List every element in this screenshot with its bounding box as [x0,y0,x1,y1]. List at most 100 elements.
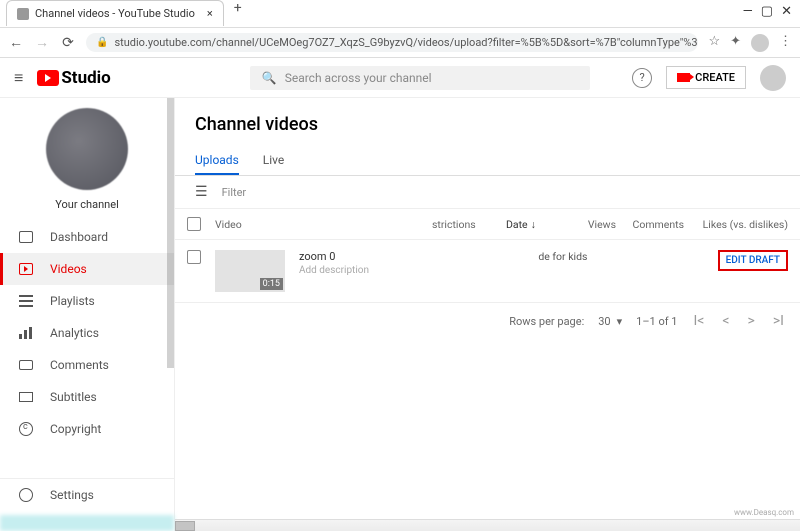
sort-desc-icon: ↓ [531,218,536,231]
hamburger-menu-icon[interactable]: ≡ [14,68,23,88]
forward-button[interactable]: → [34,34,50,51]
video-description[interactable]: Add description [299,265,439,276]
tab-live[interactable]: Live [263,147,284,175]
page-range: 1–1 of 1 [636,315,677,328]
sidebar-item-dashboard[interactable]: Dashboard [0,221,174,253]
close-window-icon[interactable]: ✕ [781,4,792,19]
sidebar-item-label: Subtitles [50,390,97,404]
youtube-studio-logo[interactable]: Studio [37,68,110,88]
sidebar-item-label: Videos [50,262,87,276]
select-all-checkbox[interactable] [187,217,201,231]
sidebar-item-analytics[interactable]: Analytics [0,317,174,349]
kebab-menu-icon[interactable]: ⋮ [779,34,792,52]
dashboard-icon [19,231,33,243]
help-icon[interactable]: ? [632,68,652,88]
column-date[interactable]: Date↓ [506,218,566,231]
search-placeholder: Search across your channel [285,71,432,85]
column-likes[interactable]: Likes (vs. dislikes) [698,218,788,231]
extensions-icon[interactable]: ✦ [730,34,741,52]
sidebar: Your channel Dashboard Videos Playlists … [0,98,175,531]
edit-draft-button[interactable]: EDIT DRAFT [718,250,788,271]
column-comments[interactable]: Comments [630,218,684,231]
lock-icon: 🔒 [96,37,108,48]
column-restrictions[interactable]: strictions [432,218,492,231]
watermark: www.Deasq.com [734,508,794,517]
column-video[interactable]: Video [215,218,267,231]
address-bar[interactable]: 🔒 studio.youtube.com/channel/UCeMOeg7OZ7… [86,33,698,52]
browser-toolbar: ← → ⟳ 🔒 studio.youtube.com/channel/UCeMO… [0,28,800,58]
next-page-button[interactable]: > [746,313,757,329]
sidebar-item-videos[interactable]: Videos [0,253,174,285]
new-tab-button[interactable]: + [234,0,242,16]
playlists-icon [19,295,33,307]
browser-tab[interactable]: Channel videos - YouTube Studio × [6,0,224,26]
sidebar-scrollbar[interactable] [167,98,174,368]
sidebar-item-label: Dashboard [50,230,108,244]
account-avatar[interactable] [760,65,786,91]
pagination: Rows per page: 30 ▾ 1–1 of 1 I< < > >I [175,303,800,339]
video-title[interactable]: zoom 0 [299,250,439,263]
maximize-icon[interactable]: ▢ [761,4,773,19]
video-thumbnail[interactable]: 0:15 [215,250,285,292]
rows-per-page-value: 30 [598,315,610,328]
search-input[interactable]: 🔍 Search across your channel [250,66,590,90]
search-icon: 🔍 [262,71,277,85]
sidebar-item-comments[interactable]: Comments [0,349,174,381]
filter-bar[interactable]: ☰ Filter [175,176,800,209]
row-checkbox[interactable] [187,250,201,264]
row-restrictions: de for kids [538,250,618,263]
sidebar-item-subtitles[interactable]: Subtitles [0,381,174,413]
channel-avatar[interactable] [46,108,128,190]
browser-window-bar: Channel videos - YouTube Studio × + — ▢ … [0,0,800,28]
video-duration: 0:15 [260,278,283,290]
table-header: Video strictions Date↓ Views Comments Li… [175,209,800,240]
create-label: CREATE [695,71,735,84]
content-tabs: Uploads Live [175,147,800,176]
rows-per-page-select[interactable]: 30 ▾ [598,315,622,328]
gear-icon [19,488,33,502]
logo-text: Studio [61,68,110,88]
sidebar-item-label: Analytics [50,326,99,340]
sidebar-item-playlists[interactable]: Playlists [0,285,174,317]
first-page-button[interactable]: I< [691,313,706,329]
horizontal-scrollbar[interactable] [175,519,800,531]
main-content: Channel videos Uploads Live ☰ Filter Vid… [175,98,800,531]
sidebar-item-label: Settings [50,488,94,502]
star-icon[interactable]: ☆ [708,34,720,52]
tab-favicon [17,8,29,20]
reload-button[interactable]: ⟳ [60,35,76,51]
tab-title: Channel videos - YouTube Studio [35,7,195,20]
channel-label: Your channel [0,198,174,211]
sidebar-item-label: Comments [50,358,109,372]
filter-label: Filter [222,186,247,199]
copyright-icon [19,422,33,436]
rows-per-page-label: Rows per page: [509,315,584,328]
chevron-down-icon: ▾ [617,315,623,328]
comments-icon [19,360,33,370]
scrollbar-thumb[interactable] [175,521,195,531]
last-page-button[interactable]: >I [771,313,786,329]
create-button[interactable]: CREATE [666,66,746,89]
page-title: Channel videos [175,98,800,147]
sidebar-item-settings[interactable]: Settings [0,479,174,511]
column-views[interactable]: Views [580,218,616,231]
record-icon [677,73,690,82]
videos-icon [19,263,33,275]
prev-page-button[interactable]: < [720,313,731,329]
filter-icon: ☰ [195,184,208,200]
app-header: ≡ Studio 🔍 Search across your channel ? … [0,58,800,98]
sidebar-item-copyright[interactable]: Copyright [0,413,174,445]
profile-avatar-icon[interactable] [751,34,769,52]
subtitles-icon [19,392,33,402]
tab-uploads[interactable]: Uploads [195,147,239,175]
youtube-play-icon [37,70,59,86]
sidebar-item-label: Copyright [50,422,101,436]
back-button[interactable]: ← [8,34,24,51]
close-tab-icon[interactable]: × [207,7,213,20]
column-date-label: Date [506,218,528,231]
table-row[interactable]: 0:15 zoom 0 Add description de for kids … [175,240,800,303]
analytics-icon [19,327,33,339]
minimize-icon[interactable]: — [743,4,753,19]
url-text: studio.youtube.com/channel/UCeMOeg7OZ7_X… [114,36,698,49]
redacted-strip [0,515,174,531]
